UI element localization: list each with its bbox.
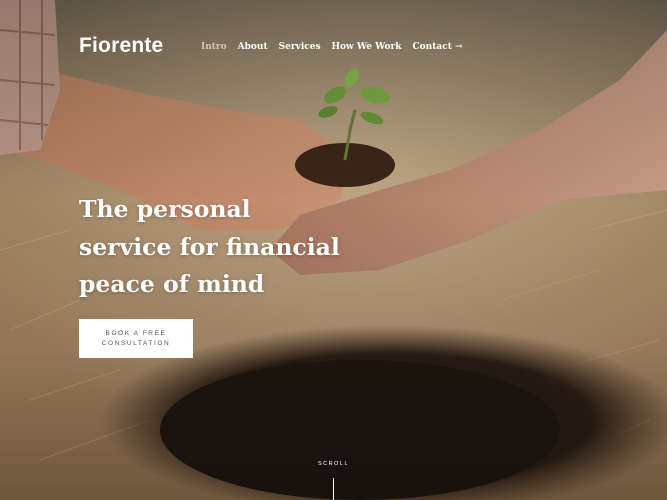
scroll-indicator-line (333, 478, 334, 500)
cta-label-line: BOOK A FREE (105, 329, 167, 337)
nav-item-services[interactable]: Services (279, 40, 321, 54)
nav-item-about[interactable]: About (238, 40, 268, 54)
nav-item-how-we-work[interactable]: How We Work (332, 40, 402, 54)
cta-label-line: CONSULTATION (101, 339, 171, 347)
headline-line: peace of mind (79, 270, 265, 298)
main-nav: Intro About Services How We Work Contact… (201, 40, 474, 54)
nav-item-intro[interactable]: Intro (201, 40, 227, 54)
scroll-indicator-label[interactable]: SCROLL (318, 461, 349, 467)
hero-section: Fiorente Intro About Services How We Wor… (0, 0, 667, 500)
headline-line: The personal (79, 195, 251, 223)
nav-item-contact[interactable]: Contact → (413, 40, 463, 54)
brand-logo[interactable]: Fiorente (79, 34, 163, 58)
book-consultation-button[interactable]: BOOK A FREE CONSULTATION (79, 319, 193, 358)
hero-headline: The personal service for financial peace… (79, 191, 379, 304)
headline-line: service for financial (79, 232, 340, 261)
